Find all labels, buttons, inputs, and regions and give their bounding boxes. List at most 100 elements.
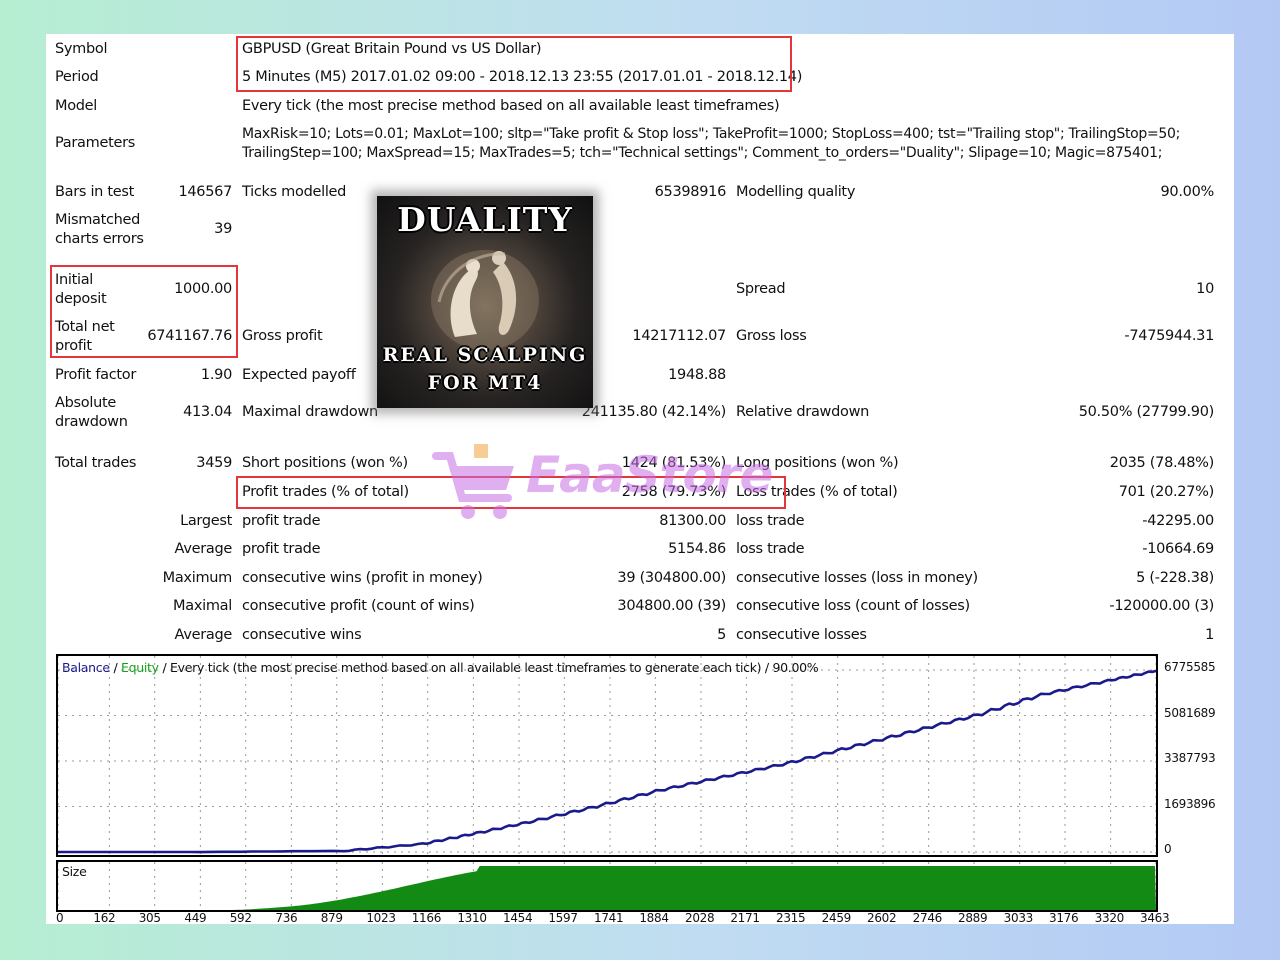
cart-icon	[432, 444, 514, 519]
x-tick-label-13: 1884	[639, 911, 669, 924]
expected-value: 1948.88	[668, 367, 726, 383]
absdd-label-2: drawdown	[55, 414, 128, 430]
x-tick-label-3: 449	[184, 911, 207, 924]
maximum-label: Maximum	[162, 570, 233, 586]
x-tick-label-8: 1166	[411, 911, 442, 924]
period-label: Period	[55, 69, 99, 85]
symbol-period-highlight	[236, 36, 792, 92]
mismatch-label-1: Mismatched	[55, 212, 141, 228]
size-chart	[58, 862, 1156, 910]
chart-legend: Balance / Equity / Every tick (the most …	[62, 660, 819, 675]
size-area	[58, 866, 1156, 910]
x-tick-label-11: 1597	[548, 911, 578, 924]
logo-title: DUALITY	[397, 200, 573, 239]
losstrades-value: 701 (20.27%)	[1118, 484, 1215, 500]
model-label: Model	[55, 98, 98, 114]
x-tick-label-0: 0	[56, 911, 64, 924]
watermark-text: EaaStore	[526, 446, 773, 504]
maximal-loss-value: -120000.00 (3)	[1109, 598, 1214, 614]
short-label: Short positions (won %)	[242, 455, 408, 471]
balance-chart	[58, 656, 1156, 855]
logo-figures-art	[431, 250, 539, 350]
ticks-value: 65398916	[654, 184, 727, 200]
maximum-losses-label: consecutive losses (loss in money)	[736, 570, 978, 586]
trades-value: 3459	[196, 455, 232, 471]
avgcons-losses-value: 1	[1205, 627, 1214, 643]
avgcons-wins-value: 5	[717, 627, 726, 643]
parameters-line-1: MaxRisk=10; Lots=0.01; MaxLot=100; sltp=…	[242, 126, 1181, 142]
x-tick-label-2: 305	[138, 911, 161, 924]
size-panel: Size	[56, 860, 1158, 912]
y-tick-label-3: 1693896	[1164, 796, 1216, 811]
x-tick-label-12: 1741	[594, 911, 624, 924]
x-tick-label-22: 3176	[1049, 911, 1079, 924]
reldd-label: Relative drawdown	[736, 404, 870, 420]
profitfactor-label: Profit factor	[55, 367, 137, 383]
duality-product-logo: DUALITY REAL SCALPING FOR MT4	[377, 196, 593, 408]
absdd-value: 413.04	[183, 404, 232, 420]
parameters-line-2: TrailingStep=100; MaxSpread=15; MaxTrade…	[242, 145, 1163, 161]
trades-label: Total trades	[55, 455, 137, 471]
x-tick-label-6: 879	[320, 911, 343, 924]
balance-chart-panel: Balance / Equity / Every tick (the most …	[56, 654, 1158, 857]
grossloss-label: Gross loss	[736, 328, 807, 344]
y-tick-label-2: 3387793	[1164, 751, 1216, 765]
x-tick-label-5: 736	[275, 911, 298, 924]
avgcons-losses-label: consecutive losses	[736, 627, 867, 643]
x-tick-label-23: 3320	[1094, 911, 1125, 924]
spread-label: Spread	[736, 281, 786, 297]
largest-label: Largest	[180, 513, 232, 529]
x-tick-label-10: 1454	[503, 911, 533, 924]
maximal-profit-value: 304800.00 (39)	[617, 598, 726, 614]
maximal-profit-label: consecutive profit (count of wins)	[242, 598, 475, 614]
x-tick-label-7: 1023	[366, 911, 396, 924]
spread-value: 10	[1196, 281, 1214, 297]
x-tick-label-9: 1310	[457, 911, 487, 924]
largest-profit-label: profit trade	[242, 513, 321, 529]
x-tick-label-24: 3463	[1140, 911, 1170, 924]
legend-description: / Every tick (the most precise method ba…	[158, 660, 819, 675]
balance-line	[58, 669, 1156, 854]
grossloss-value: -7475944.31	[1124, 328, 1214, 344]
logo-subtitle-1: REAL SCALPING	[382, 344, 588, 366]
bars-label: Bars in test	[55, 184, 135, 200]
average-loss-value: -10664.69	[1142, 541, 1214, 557]
strategy-tester-report: Symbol GBPUSD (Great Britain Pound vs US…	[46, 34, 1234, 924]
average-profit-label: profit trade	[242, 541, 321, 557]
quality-label: Modelling quality	[736, 184, 856, 200]
y-tick-label-4: 0	[1164, 842, 1172, 856]
mismatch-label-2: charts errors	[55, 231, 144, 247]
y-tick-label-0: 6775585	[1164, 660, 1216, 674]
x-tick-label-17: 2459	[821, 911, 852, 924]
maximum-losses-value: 5 (-228.38)	[1136, 570, 1214, 586]
maximum-wins-label: consecutive wins (profit in money)	[242, 570, 483, 586]
expected-label: Expected payoff	[242, 367, 356, 383]
x-tick-label-14: 2028	[685, 911, 715, 924]
long-value: 2035 (78.48%)	[1109, 455, 1215, 471]
average-consecutive-label: Average	[174, 627, 233, 643]
maximal-loss-label: consecutive loss (count of losses)	[736, 598, 970, 614]
legend-balance: Balance	[62, 660, 110, 675]
grossprofit-value: 14217112.07	[632, 328, 726, 344]
symbol-label: Symbol	[55, 41, 108, 57]
x-tick-label-1: 162	[93, 911, 116, 924]
maxdd-label: Maximal drawdown	[242, 404, 378, 420]
quality-value: 90.00%	[1160, 184, 1215, 200]
bars-value: 146567	[178, 184, 232, 200]
maximal-label: Maximal	[173, 598, 232, 614]
maximum-wins-value: 39 (304800.00)	[617, 570, 726, 586]
parameters-label: Parameters	[55, 135, 135, 151]
ticks-label: Ticks modelled	[242, 184, 347, 200]
average-loss-label: loss trade	[736, 541, 805, 557]
y-tick-label-1: 5081689	[1164, 705, 1216, 720]
x-tick-label-21: 3033	[1003, 911, 1034, 924]
deposit-profit-highlight	[50, 265, 238, 358]
x-tick-label-16: 2315	[776, 911, 806, 924]
mismatch-value: 39	[214, 221, 232, 237]
grossprofit-label: Gross profit	[242, 328, 323, 344]
reldd-value: 50.50% (27799.90)	[1078, 404, 1215, 420]
average-label: Average	[174, 541, 233, 557]
average-profit-value: 5154.86	[668, 541, 726, 557]
x-tick-label-20: 2889	[958, 911, 988, 924]
legend-equity: Equity	[121, 660, 159, 675]
